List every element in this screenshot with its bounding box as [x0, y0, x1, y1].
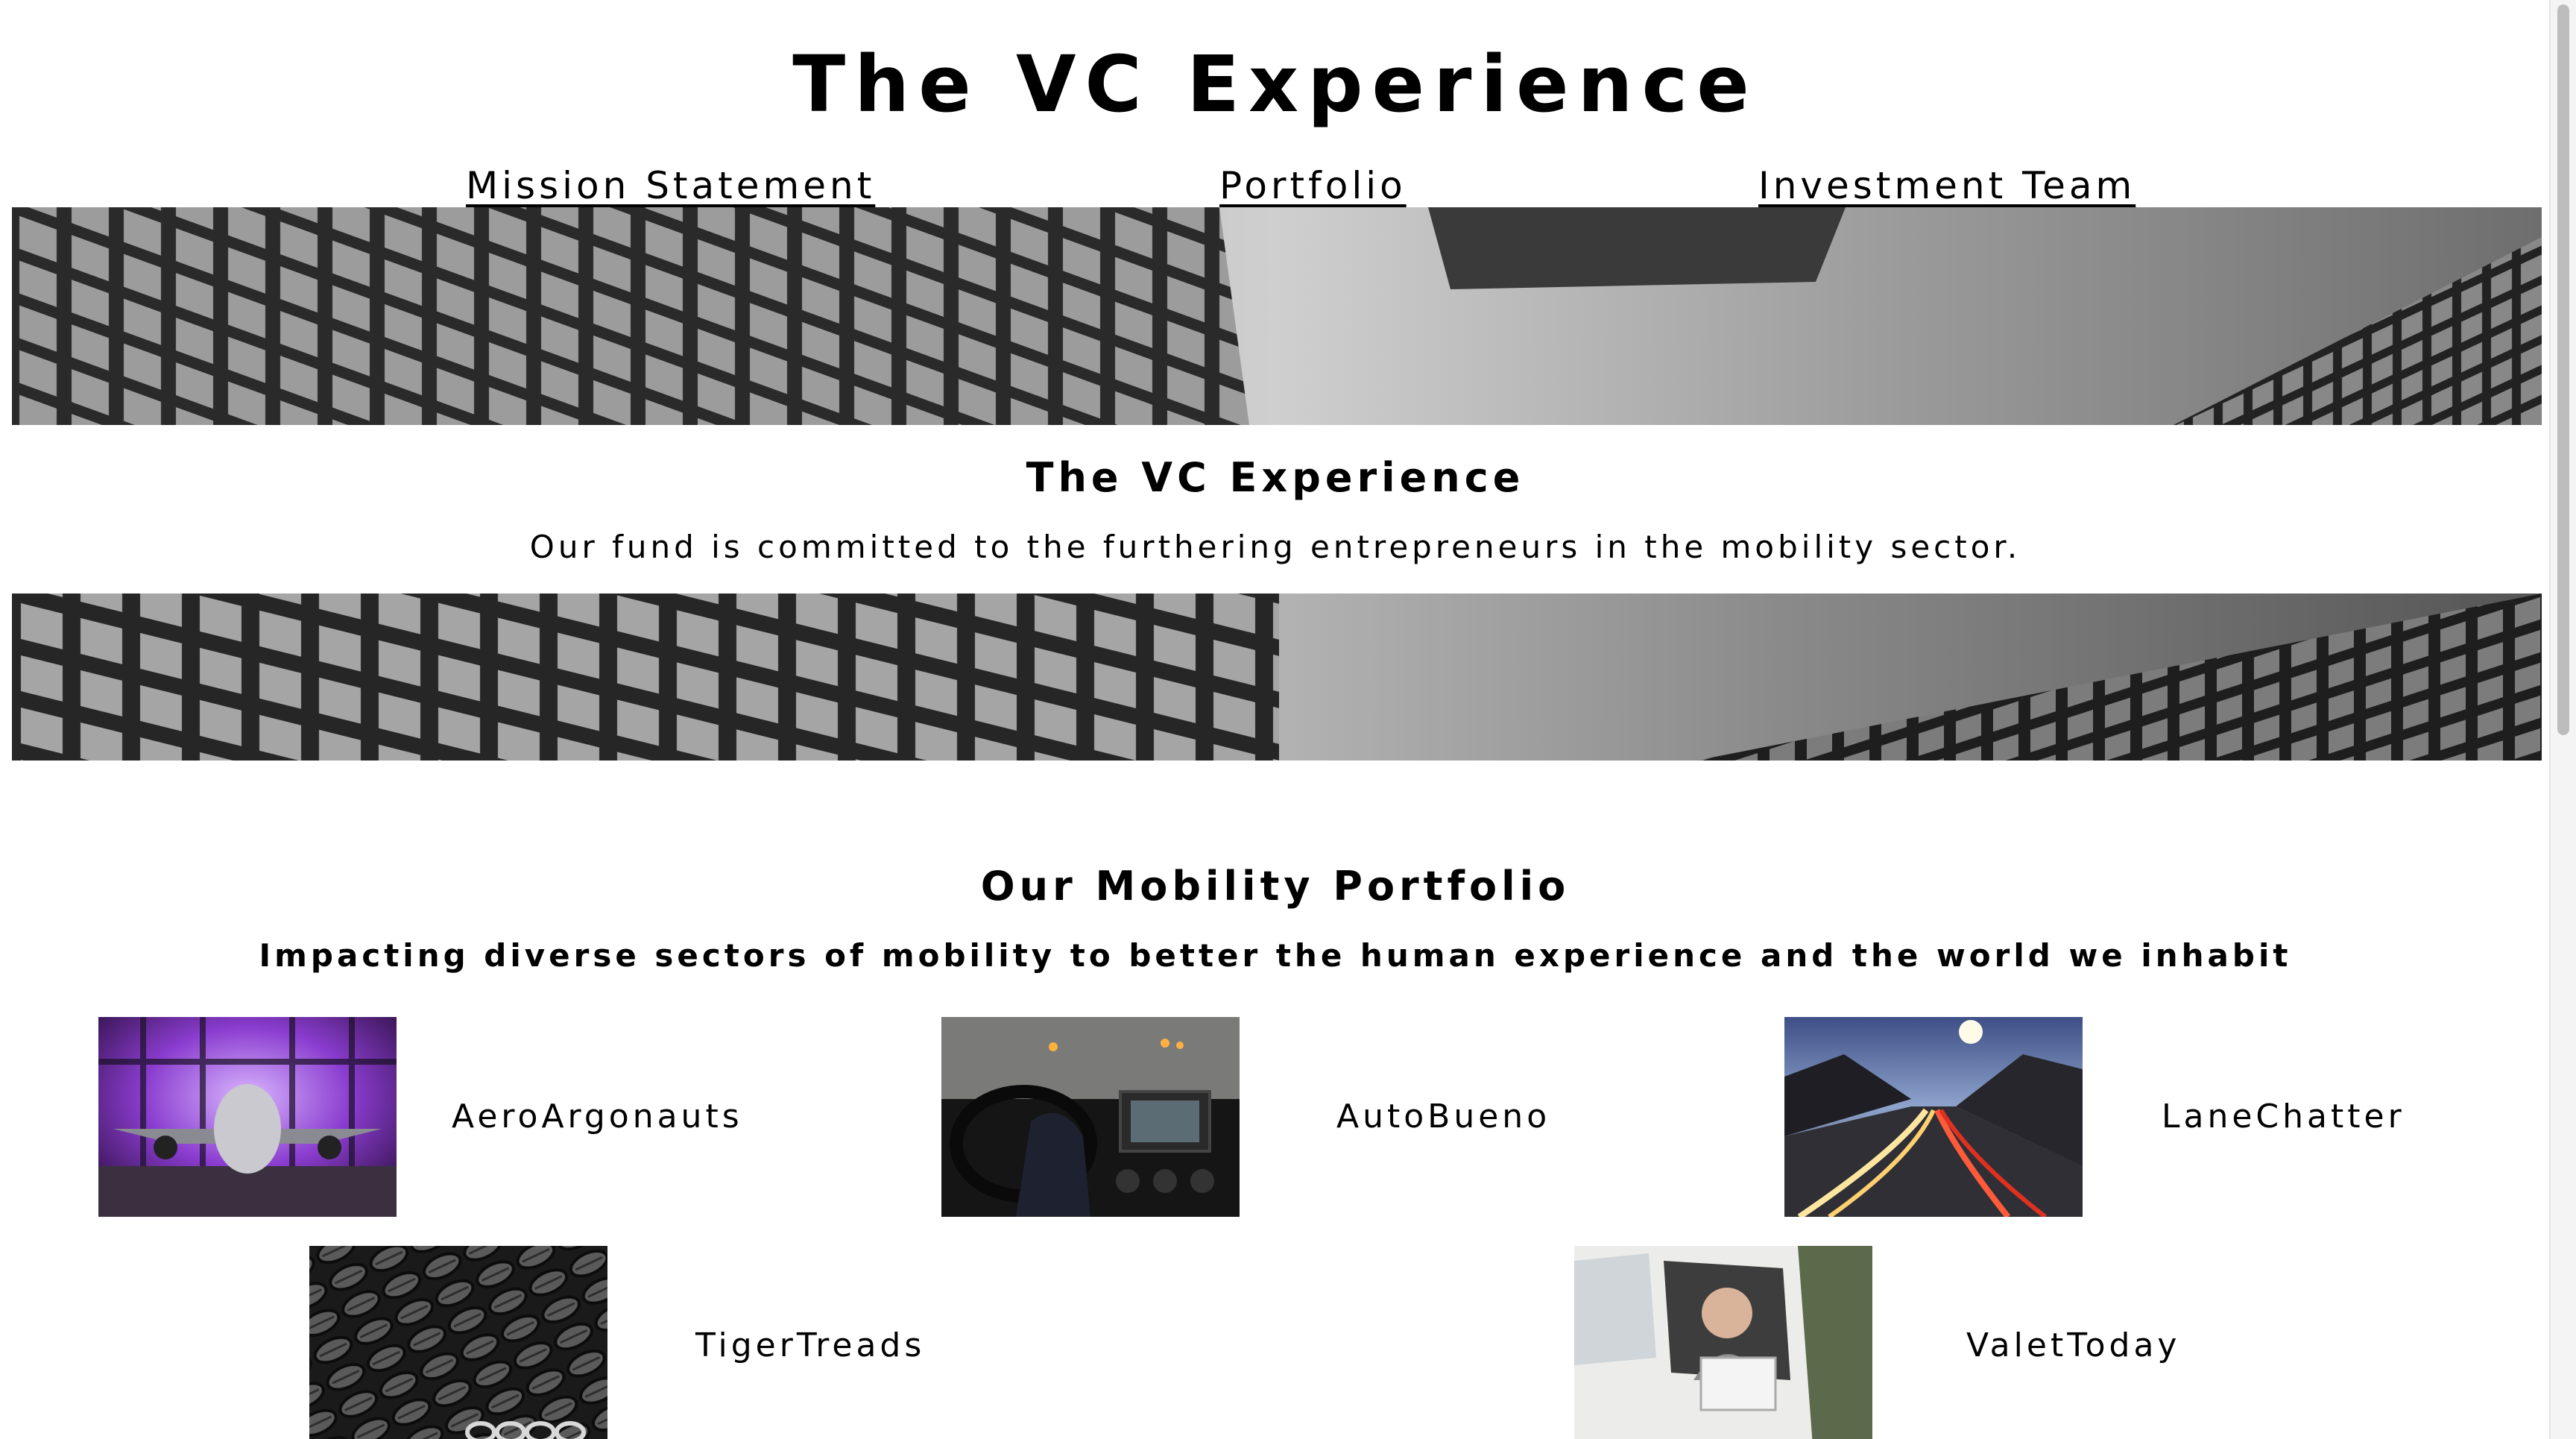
company-name: TigerTreads — [695, 1326, 926, 1364]
nav-mission-statement[interactable]: Mission Statement — [466, 161, 875, 210]
company-name: LaneChatter — [2162, 1098, 2405, 1136]
banner-image-bottom — [12, 593, 2542, 761]
tire-pile-photo — [309, 1246, 607, 1439]
airplane-hangar-photo — [98, 1017, 397, 1217]
main-nav: Mission Statement Portfolio Investment T… — [0, 161, 2551, 210]
nav-portfolio[interactable]: Portfolio — [1219, 161, 1407, 210]
mission-text: Our fund is committed to the furthering … — [529, 529, 2021, 565]
company-name: AeroArgonauts — [452, 1098, 743, 1136]
company-name: AutoBueno — [1336, 1098, 1551, 1136]
site-title: The VC Experience — [792, 39, 1758, 130]
mission-title: The VC Experience — [1026, 454, 1525, 501]
driver-in-van-photo — [1574, 1246, 1872, 1439]
building-facade-image — [12, 207, 2542, 425]
car-dashboard-photo — [941, 1017, 1240, 1217]
portfolio-title: Our Mobility Portfolio — [980, 863, 1570, 910]
portfolio-subtitle: Impacting diverse sectors of mobility to… — [259, 937, 2292, 974]
page: The VC Experience Mission Statement Port… — [0, 0, 2576, 1439]
highway-light-trails-photo — [1784, 1017, 2083, 1217]
building-facade-image — [12, 593, 2542, 761]
nav-investment-team[interactable]: Investment Team — [1758, 161, 2135, 210]
scrollbar-thumb[interactable] — [2557, 4, 2569, 735]
vertical-scrollbar[interactable] — [2549, 0, 2576, 1439]
banner-image-top — [12, 207, 2542, 425]
company-name: ValetToday — [1966, 1326, 2181, 1364]
